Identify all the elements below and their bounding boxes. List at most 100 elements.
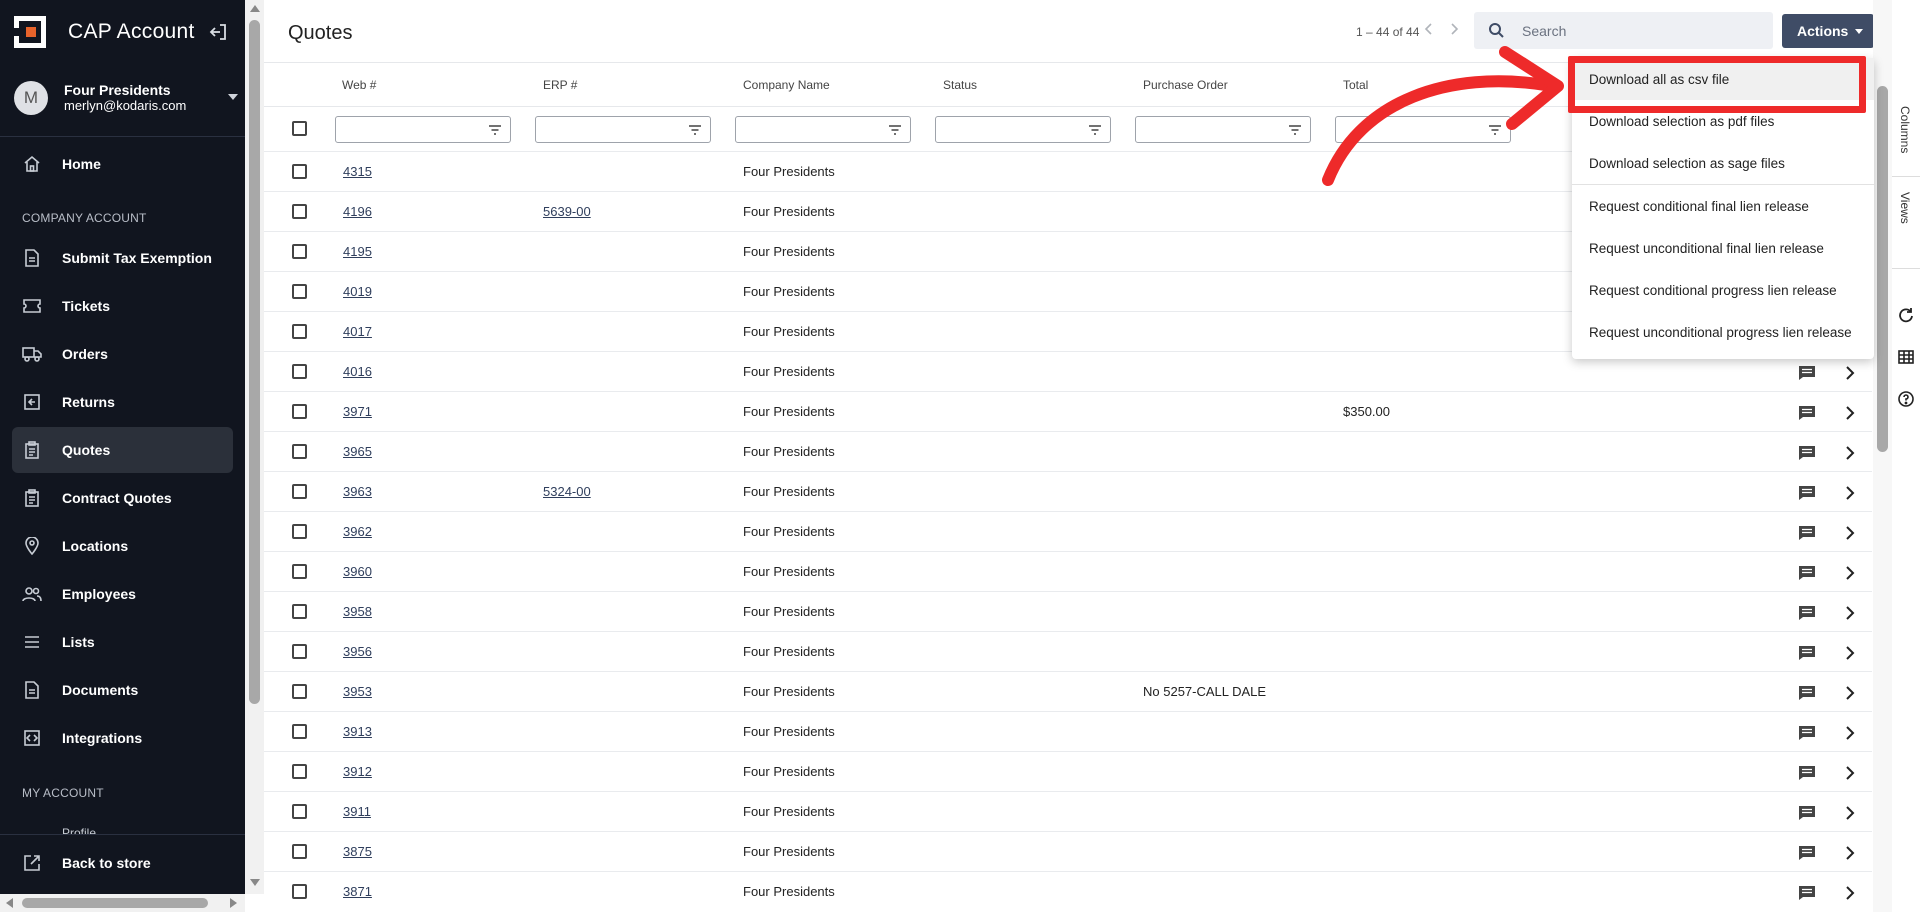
- scroll-thumb[interactable]: [22, 898, 208, 908]
- sidebar-item-locations[interactable]: Locations: [12, 523, 233, 569]
- table-grid-icon[interactable]: [1897, 348, 1915, 366]
- cell-erp[interactable]: 5639-00: [543, 204, 591, 219]
- sidebar-item-employees[interactable]: Employees: [12, 571, 233, 617]
- chevron-right-icon[interactable]: [1844, 605, 1856, 621]
- cell-web[interactable]: 4019: [343, 284, 372, 299]
- cell-web[interactable]: 3962: [343, 524, 372, 539]
- chevron-right-icon[interactable]: [1844, 645, 1856, 661]
- comment-icon[interactable]: [1798, 365, 1816, 381]
- scroll-down-arrow-icon[interactable]: [250, 879, 260, 886]
- sidebar-item-profile-partial[interactable]: Profile: [62, 826, 96, 834]
- menu-item-request-conditional-final[interactable]: Request conditional final lien release: [1572, 185, 1874, 227]
- chevron-right-icon[interactable]: [1844, 365, 1856, 381]
- cell-web[interactable]: 4196: [343, 204, 372, 219]
- menu-item-request-conditional-progress[interactable]: Request conditional progress lien releas…: [1572, 269, 1874, 311]
- cell-web[interactable]: 3960: [343, 564, 372, 579]
- comment-icon[interactable]: [1798, 765, 1816, 781]
- chevron-right-icon[interactable]: [1844, 845, 1856, 861]
- scroll-thumb[interactable]: [249, 20, 260, 704]
- table-row[interactable]: 3963 5324-00 Four Presidents: [264, 471, 1872, 511]
- row-checkbox[interactable]: [292, 404, 307, 419]
- refresh-icon[interactable]: [1897, 306, 1915, 324]
- row-checkbox[interactable]: [292, 804, 307, 819]
- row-checkbox[interactable]: [292, 884, 307, 899]
- cell-web[interactable]: 3958: [343, 604, 372, 619]
- comment-icon[interactable]: [1798, 885, 1816, 901]
- row-checkbox[interactable]: [292, 164, 307, 179]
- table-row[interactable]: 3962 Four Presidents: [264, 511, 1872, 551]
- sidebar-item-contract-quotes[interactable]: Contract Quotes: [12, 475, 233, 521]
- sidebar-item-integrations[interactable]: Integrations: [12, 715, 233, 761]
- table-row[interactable]: 3971 Four Presidents $350.00: [264, 391, 1872, 431]
- comment-icon[interactable]: [1798, 445, 1816, 461]
- chevron-right-icon[interactable]: [1844, 525, 1856, 541]
- row-checkbox[interactable]: [292, 484, 307, 499]
- comment-icon[interactable]: [1798, 645, 1816, 661]
- help-icon[interactable]: [1897, 390, 1915, 408]
- menu-item-request-unconditional-final[interactable]: Request unconditional final lien release: [1572, 227, 1874, 269]
- cell-web[interactable]: 4195: [343, 244, 372, 259]
- cell-web[interactable]: 4016: [343, 364, 372, 379]
- chevron-right-icon[interactable]: [1844, 805, 1856, 821]
- sidebar-scrollbar[interactable]: [245, 0, 264, 894]
- sidebar-horizontal-scrollbar[interactable]: [0, 894, 245, 912]
- menu-item-download-selection-sage[interactable]: Download selection as sage files: [1572, 142, 1874, 184]
- row-checkbox[interactable]: [292, 684, 307, 699]
- chevron-right-icon[interactable]: [1844, 885, 1856, 901]
- row-checkbox[interactable]: [292, 524, 307, 539]
- menu-item-download-selection-pdf[interactable]: Download selection as pdf files: [1572, 100, 1874, 142]
- comment-icon[interactable]: [1798, 525, 1816, 541]
- columns-tab[interactable]: Columns: [1898, 106, 1912, 153]
- sidebar-item-returns[interactable]: Returns: [12, 379, 233, 425]
- cell-web[interactable]: 4017: [343, 324, 372, 339]
- comment-icon[interactable]: [1798, 845, 1816, 861]
- cell-web[interactable]: 3912: [343, 764, 372, 779]
- sidebar-item-submit-tax-exemption[interactable]: Submit Tax Exemption: [12, 235, 233, 281]
- sidebar-item-quotes[interactable]: Quotes: [12, 427, 233, 473]
- comment-icon[interactable]: [1798, 725, 1816, 741]
- sidebar-item-tickets[interactable]: Tickets: [12, 283, 233, 329]
- table-row[interactable]: 3911 Four Presidents: [264, 791, 1872, 831]
- sidebar-item-lists[interactable]: Lists: [12, 619, 233, 665]
- row-checkbox[interactable]: [292, 444, 307, 459]
- sidebar-item-documents[interactable]: Documents: [12, 667, 233, 713]
- cell-erp[interactable]: 5324-00: [543, 484, 591, 499]
- comment-icon[interactable]: [1798, 805, 1816, 821]
- row-checkbox[interactable]: [292, 604, 307, 619]
- table-row[interactable]: 3965 Four Presidents: [264, 431, 1872, 471]
- cell-web[interactable]: 3871: [343, 884, 372, 899]
- logout-icon[interactable]: [208, 22, 228, 42]
- chevron-right-icon[interactable]: [1844, 445, 1856, 461]
- sidebar-item-orders[interactable]: Orders: [12, 331, 233, 377]
- cell-web[interactable]: 3911: [343, 804, 371, 819]
- chevron-right-icon[interactable]: [1844, 725, 1856, 741]
- table-row[interactable]: 3960 Four Presidents: [264, 551, 1872, 591]
- account-switcher[interactable]: M Four Presidents merlyn@kodaris.com: [14, 78, 242, 118]
- row-checkbox[interactable]: [292, 644, 307, 659]
- row-checkbox[interactable]: [292, 204, 307, 219]
- table-row[interactable]: 3875 Four Presidents: [264, 831, 1872, 871]
- comment-icon[interactable]: [1798, 405, 1816, 421]
- cell-web[interactable]: 3963: [343, 484, 372, 499]
- comment-icon[interactable]: [1798, 485, 1816, 501]
- cell-web[interactable]: 3971: [343, 404, 372, 419]
- cell-web[interactable]: 3953: [343, 684, 372, 699]
- chevron-right-icon[interactable]: [1844, 565, 1856, 581]
- cell-web[interactable]: 3913: [343, 724, 372, 739]
- chevron-right-icon[interactable]: [1844, 405, 1856, 421]
- cell-web[interactable]: 3965: [343, 444, 372, 459]
- sidebar-item-home[interactable]: Home: [12, 141, 233, 187]
- scroll-left-arrow-icon[interactable]: [6, 898, 13, 908]
- scroll-right-arrow-icon[interactable]: [230, 898, 237, 908]
- menu-item-download-all-csv[interactable]: Download all as csv file: [1572, 58, 1874, 100]
- comment-icon[interactable]: [1798, 605, 1816, 621]
- scroll-up-arrow-icon[interactable]: [250, 5, 260, 12]
- menu-item-request-unconditional-progress[interactable]: Request unconditional progress lien rele…: [1572, 311, 1874, 353]
- table-row[interactable]: 3953 Four Presidents No 5257-CALL DALE: [264, 671, 1872, 711]
- comment-icon[interactable]: [1798, 565, 1816, 581]
- cell-web[interactable]: 3875: [343, 844, 372, 859]
- views-tab[interactable]: Views: [1898, 192, 1912, 224]
- scroll-thumb[interactable]: [1877, 86, 1888, 452]
- row-checkbox[interactable]: [292, 724, 307, 739]
- row-checkbox[interactable]: [292, 564, 307, 579]
